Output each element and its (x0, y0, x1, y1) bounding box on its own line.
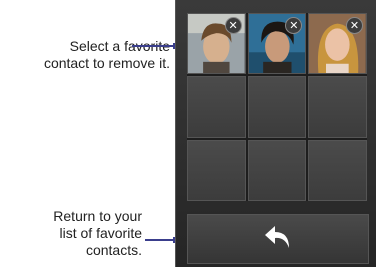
callout-line: Return to your (53, 208, 142, 224)
empty-favorite-slot[interactable] (247, 139, 307, 201)
callout-return-to-list: Return to your list of favorite contacts… (2, 208, 142, 259)
callout-select-favorite: Select a favorite contact to remove it. (2, 38, 170, 72)
empty-favorite-slot[interactable] (187, 139, 246, 201)
leader-line (145, 239, 174, 241)
callout-line: contacts. (85, 242, 142, 258)
empty-favorite-slot[interactable] (187, 76, 246, 138)
callout-line: contact to remove it. (43, 55, 170, 71)
favorites-grid: ✕ ✕ ✕ (187, 13, 367, 201)
callout-line: list of favorite (59, 225, 142, 241)
empty-favorite-slot[interactable] (308, 76, 367, 138)
favorite-contact-tile[interactable]: ✕ (247, 13, 307, 75)
favorites-panel: ✕ ✕ ✕ (175, 0, 376, 267)
leader-line (132, 45, 174, 47)
favorite-contact-tile[interactable]: ✕ (308, 13, 367, 75)
empty-favorite-slot[interactable] (308, 139, 367, 201)
close-icon[interactable]: ✕ (224, 17, 242, 34)
close-icon[interactable]: ✕ (346, 17, 363, 34)
back-button[interactable] (187, 214, 369, 264)
empty-favorite-slot[interactable] (247, 76, 307, 138)
back-arrow-icon (263, 224, 293, 255)
favorite-contact-tile[interactable]: ✕ (187, 13, 246, 75)
